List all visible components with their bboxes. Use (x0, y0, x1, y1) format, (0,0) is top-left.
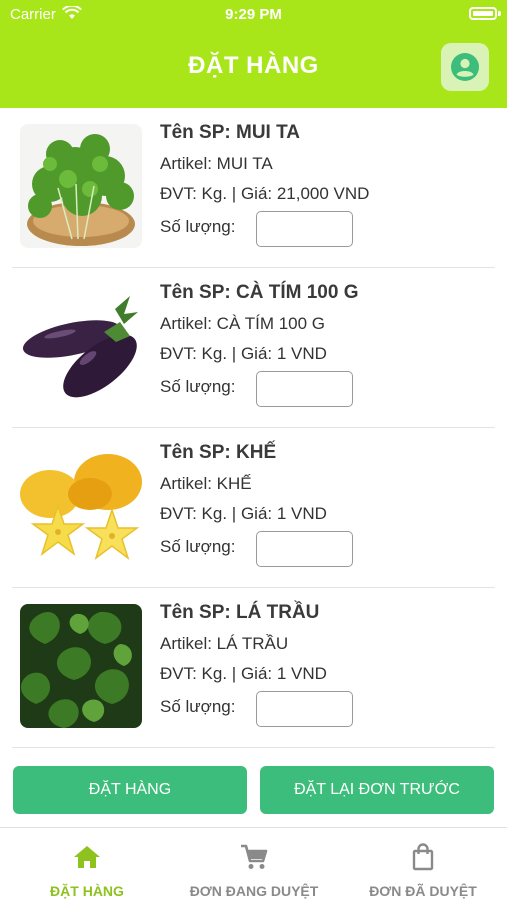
reorder-previous-button[interactable]: ĐẶT LẠI ĐƠN TRƯỚC (260, 766, 494, 814)
tab-approved-orders[interactable]: ĐƠN ĐÃ DUYỆT (350, 828, 496, 901)
shopping-bag-icon (412, 843, 434, 871)
product-list[interactable]: Tên SP: MUI TA Artikel: MUI TA ĐVT: Kg. … (0, 108, 507, 753)
quantity-input[interactable] (256, 691, 353, 727)
product-item: Tên SP: CÀ TÍM 100 G Artikel: CÀ TÍM 100… (0, 268, 507, 428)
divider (12, 747, 495, 748)
tab-label: ĐẶT HÀNG (50, 883, 124, 899)
tab-bar: ĐẶT HÀNG ĐƠN ĐANG DUYỆT ĐƠN ĐÃ DUYỆT (0, 827, 507, 901)
status-bar: Carrier 9:29 PM (0, 0, 507, 28)
product-image-betel-leaf (20, 604, 142, 728)
product-artikel: Artikel: CÀ TÍM 100 G (160, 314, 326, 333)
quantity-input[interactable] (256, 531, 353, 567)
cart-icon (241, 844, 268, 869)
quantity-label: Số lượng: (160, 217, 236, 236)
product-image-eggplant (20, 284, 142, 408)
order-button[interactable]: ĐẶT HÀNG (13, 766, 247, 814)
account-circle-icon (451, 53, 479, 81)
account-button[interactable] (441, 43, 489, 91)
product-artikel: Artikel: LÁ TRẦU (160, 634, 289, 653)
app-header: Carrier 9:29 PM ĐẶT HÀNG (0, 0, 507, 108)
home-icon (74, 846, 100, 868)
product-unit-price: ĐVT: Kg. | Giá: 21,000 VND (160, 184, 370, 203)
product-image-cilantro (20, 124, 142, 248)
product-artikel: Artikel: KHẾ (160, 474, 252, 493)
product-name: Tên SP: LÁ TRẦU (160, 602, 320, 623)
tab-label: ĐƠN ĐÃ DUYỆT (369, 883, 477, 899)
tab-pending-orders[interactable]: ĐƠN ĐANG DUYỆT (172, 828, 336, 901)
tab-label: ĐƠN ĐANG DUYỆT (189, 883, 319, 899)
quantity-label: Số lượng: (160, 377, 236, 396)
product-unit-price: ĐVT: Kg. | Giá: 1 VND (160, 344, 327, 363)
product-image-starfruit (20, 444, 142, 568)
quantity-input[interactable] (256, 371, 353, 407)
battery-cap (498, 11, 501, 16)
product-item: Tên SP: KHẾ Artikel: KHẾ ĐVT: Kg. | Giá:… (0, 428, 507, 588)
product-name: Tên SP: MUI TA (160, 122, 301, 143)
product-unit-price: ĐVT: Kg. | Giá: 1 VND (160, 664, 327, 683)
status-time: 9:29 PM (225, 6, 282, 23)
product-name: Tên SP: KHẾ (160, 442, 277, 463)
product-artikel: Artikel: MUI TA (160, 154, 273, 173)
product-name: Tên SP: CÀ TÍM 100 G (160, 282, 359, 303)
product-item: Tên SP: MUI TA Artikel: MUI TA ĐVT: Kg. … (0, 108, 507, 268)
quantity-label: Số lượng: (160, 697, 236, 716)
quantity-label: Số lượng: (160, 537, 236, 556)
product-item: Tên SP: LÁ TRẦU Artikel: LÁ TRẦU ĐVT: Kg… (0, 588, 507, 748)
page-title: ĐẶT HÀNG (188, 52, 319, 79)
battery-icon (469, 7, 497, 20)
tab-order[interactable]: ĐẶT HÀNG (12, 828, 162, 901)
quantity-input[interactable] (256, 211, 353, 247)
product-unit-price: ĐVT: Kg. | Giá: 1 VND (160, 504, 327, 523)
